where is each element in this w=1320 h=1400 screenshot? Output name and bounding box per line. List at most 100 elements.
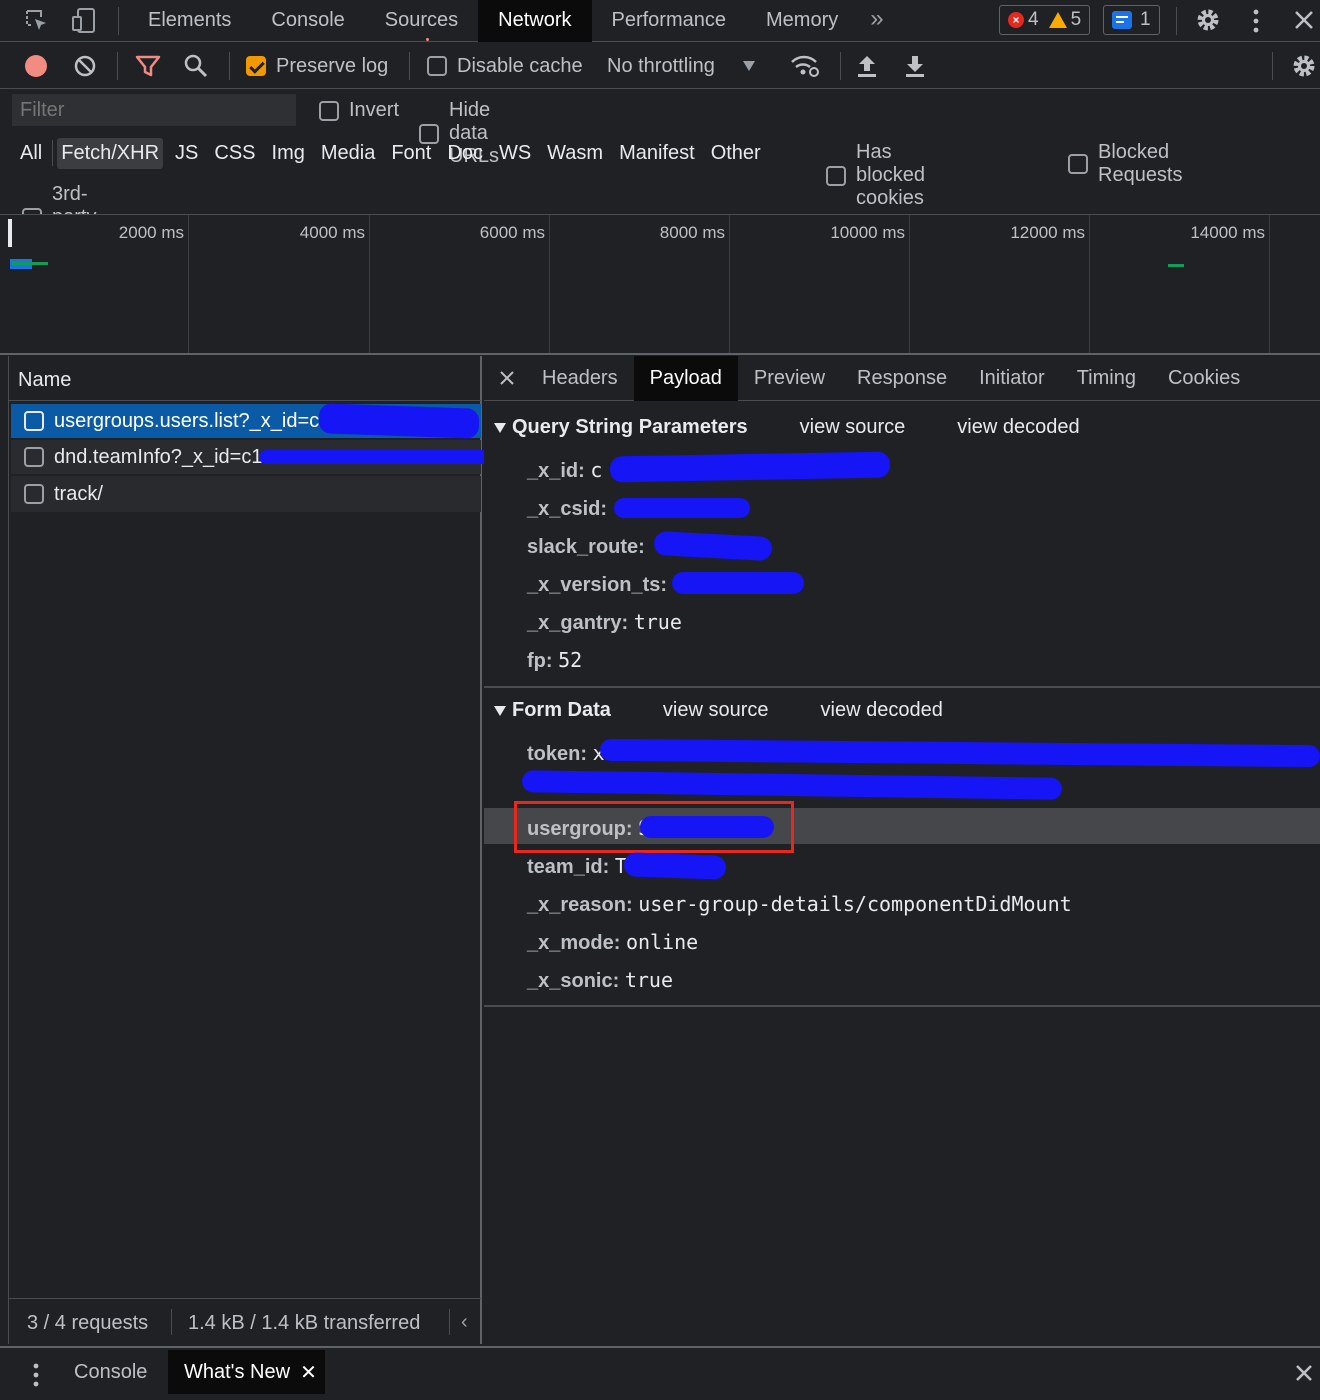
request-count: 3 / 4 requests — [27, 1312, 149, 1334]
network-toolbar: Preserve log Disable cache No throttling — [0, 43, 1320, 89]
more-tabs-icon[interactable]: » — [858, 0, 895, 42]
inspect-element-icon[interactable] — [24, 8, 50, 34]
invert-check[interactable] — [319, 100, 339, 121]
error-icon: × — [1008, 12, 1024, 28]
usergroup-highlight-box — [514, 801, 794, 853]
type-filter-img[interactable]: Img — [266, 142, 311, 165]
query-view-decoded-link[interactable]: view decoded — [957, 416, 1079, 439]
tab-initiator[interactable]: Initiator — [963, 356, 1061, 401]
request-list-panel: Name usergroups.users.list?_x_id=c dnd.t… — [8, 356, 517, 1344]
invert-checkbox[interactable]: Invert — [319, 99, 399, 122]
timeline-tick-12000: 12000 ms — [1010, 223, 1085, 242]
request-row[interactable]: track/ — [11, 476, 481, 512]
status-overflow-icon: ‹ — [461, 1311, 468, 1333]
detail-tab-bar: Headers Payload Preview Response Initiat… — [484, 356, 1320, 401]
disable-cache-checkbox[interactable]: Disable cache — [427, 54, 583, 78]
request-row-checkbox[interactable] — [24, 411, 44, 431]
request-row[interactable]: dnd.teamInfo?_x_id=c1 — [11, 440, 517, 474]
request-row-checkbox[interactable] — [24, 484, 44, 504]
type-filter-manifest[interactable]: Manifest — [613, 142, 701, 165]
tab-response[interactable]: Response — [841, 356, 963, 401]
filter-input[interactable] — [12, 94, 296, 126]
has-blocked-cookies-checkbox[interactable]: Has blocked cookies — [826, 141, 925, 210]
message-count: 1 — [1140, 9, 1151, 30]
tab-headers[interactable]: Headers — [526, 356, 634, 401]
export-har-icon[interactable] — [903, 53, 927, 79]
type-filter-wasm[interactable]: Wasm — [541, 142, 609, 165]
form-data-title: Form Data — [512, 699, 611, 721]
tab-network[interactable]: Network — [478, 0, 592, 42]
network-status-bar: 3 / 4 requests 1.4 kB / 1.4 kB transferr… — [9, 1298, 481, 1344]
search-icon[interactable] — [183, 53, 209, 79]
drawer-tab-bar: Console What's New ✕ — [0, 1346, 1320, 1400]
request-row-checkbox[interactable] — [24, 447, 44, 467]
type-filter-other[interactable]: Other — [705, 142, 767, 165]
record-button[interactable] — [25, 55, 47, 77]
more-options-icon[interactable] — [1246, 8, 1266, 34]
sources-change-dot — [425, 38, 429, 41]
form-view-decoded-link[interactable]: view decoded — [821, 699, 943, 722]
type-filter-all[interactable]: All — [14, 142, 48, 165]
messages-counter[interactable]: 1 — [1103, 5, 1160, 35]
query-param-row: slack_route: — [527, 536, 645, 558]
request-name: usergroups.users.list?_x_id=c — [54, 410, 320, 432]
timeline-start-marker[interactable] — [8, 219, 12, 247]
query-param-row: _x_id: c — [527, 458, 603, 482]
redaction-mark — [259, 450, 517, 464]
type-filter-font[interactable]: Font — [385, 142, 437, 165]
preserve-log-check[interactable] — [246, 56, 266, 76]
type-filter-media[interactable]: Media — [315, 142, 381, 165]
tab-sources[interactable]: Sources — [365, 0, 478, 42]
type-filter-js[interactable]: JS — [169, 142, 204, 165]
type-filter-fetch-xhr[interactable]: Fetch/XHR — [57, 137, 164, 169]
settings-gear-icon[interactable] — [1194, 6, 1222, 34]
query-view-source-link[interactable]: view source — [800, 416, 906, 439]
device-toolbar-icon[interactable] — [70, 7, 98, 35]
issues-counter[interactable]: × 4 5 — [999, 5, 1091, 35]
tab-elements[interactable]: Elements — [128, 0, 251, 42]
request-row-selected[interactable]: usergroups.users.list?_x_id=c — [11, 403, 481, 439]
blocked-requests-checkbox[interactable]: Blocked Requests — [1068, 141, 1183, 187]
network-settings-gear-icon[interactable] — [1290, 52, 1318, 80]
close-drawer-icon[interactable] — [1294, 1363, 1314, 1383]
tab-console[interactable]: Console — [251, 0, 364, 42]
throttling-select[interactable]: No throttling — [607, 54, 755, 78]
form-view-source-link[interactable]: view source — [663, 699, 769, 722]
import-har-icon[interactable] — [855, 53, 879, 79]
tab-preview[interactable]: Preview — [738, 356, 841, 401]
close-detail-icon[interactable] — [499, 370, 515, 386]
redaction-mark — [599, 738, 1320, 768]
type-filter-css[interactable]: CSS — [208, 142, 261, 165]
request-name: track/ — [54, 483, 103, 505]
disable-cache-check[interactable] — [427, 56, 447, 76]
clear-icon[interactable] — [73, 54, 97, 78]
redaction-mark — [623, 852, 727, 880]
query-string-section-header[interactable]: Query String Parameters view source view… — [494, 416, 1080, 439]
blocked-requests-check[interactable] — [1068, 154, 1088, 174]
has-blocked-cookies-check[interactable] — [826, 165, 846, 186]
tab-payload[interactable]: Payload — [633, 356, 738, 401]
type-filter-doc[interactable]: Doc — [441, 142, 489, 165]
network-conditions-icon[interactable] — [790, 53, 820, 79]
request-list-header[interactable]: Name — [9, 356, 481, 401]
drawer-tab-whats-new[interactable]: What's New ✕ — [168, 1350, 325, 1394]
close-tab-icon[interactable]: ✕ — [300, 1360, 317, 1385]
close-devtools-icon[interactable] — [1292, 8, 1316, 32]
form-data-section-header[interactable]: Form Data view source view decoded — [494, 699, 943, 722]
drawer-tab-console[interactable]: Console — [60, 1348, 161, 1398]
query-param-row: _x_version_ts: — [527, 574, 668, 596]
form-param-row: team_id: T — [527, 854, 627, 878]
drawer-menu-icon[interactable] — [28, 1361, 44, 1389]
main-tabs: Elements Console Sources Network Perform… — [128, 0, 896, 42]
tab-timing[interactable]: Timing — [1061, 356, 1152, 401]
tab-cookies[interactable]: Cookies — [1152, 356, 1256, 401]
filter-funnel-icon[interactable] — [135, 54, 161, 78]
timeline-tick-2000: 2000 ms — [118, 223, 184, 242]
tab-performance[interactable]: Performance — [592, 0, 747, 42]
preserve-log-checkbox[interactable]: Preserve log — [246, 54, 388, 78]
timeline-tick-10000: 10000 ms — [830, 223, 905, 242]
timeline-overview[interactable]: 2000 ms 4000 ms 6000 ms 8000 ms 10000 ms… — [8, 215, 1320, 354]
type-filter-ws[interactable]: WS — [493, 142, 537, 165]
tab-memory[interactable]: Memory — [746, 0, 858, 42]
error-count: 4 — [1028, 9, 1039, 30]
